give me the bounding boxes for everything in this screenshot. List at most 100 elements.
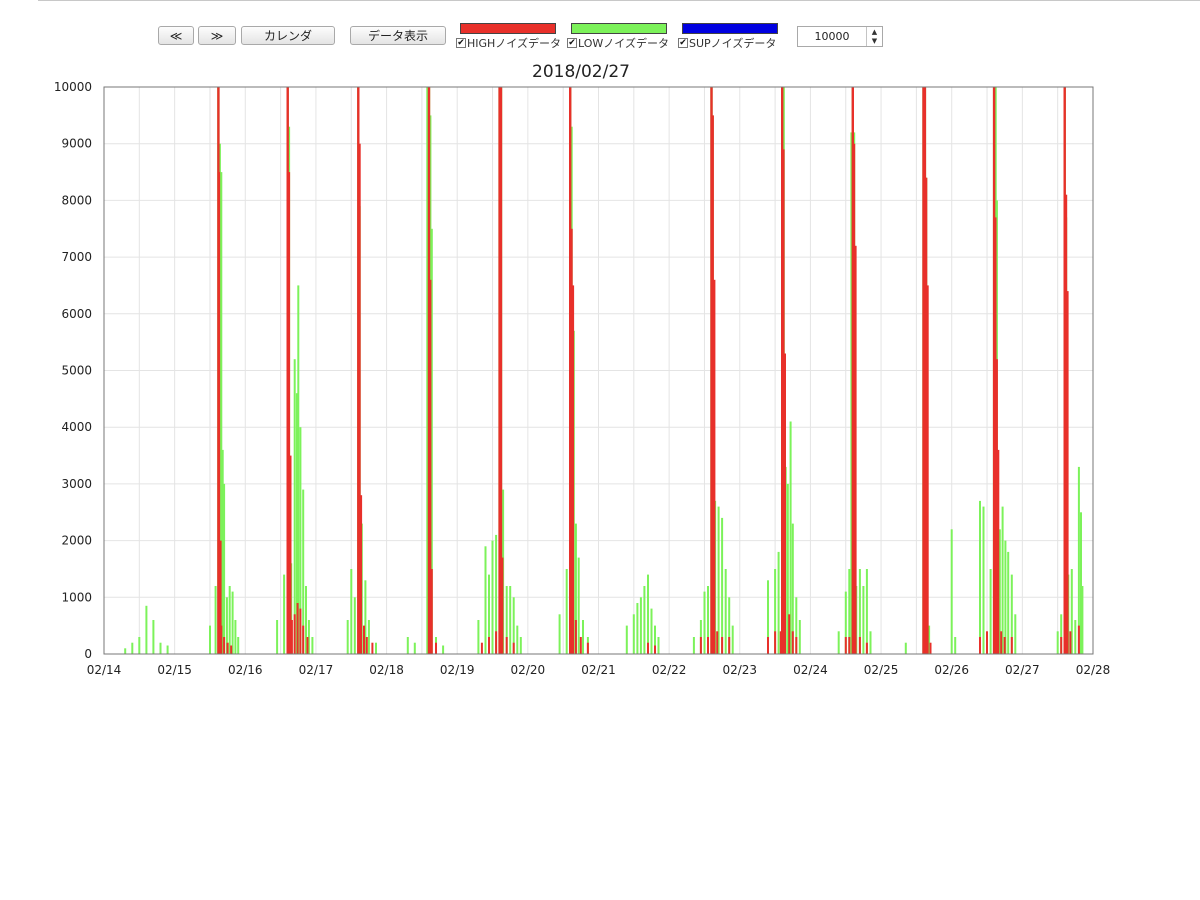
bar-low [862, 586, 865, 654]
bar-low [231, 591, 234, 654]
y-tick-label: 4000 [61, 420, 92, 434]
bar-low [582, 620, 584, 654]
bar-low [131, 642, 134, 654]
x-tick-label: 02/25 [864, 663, 899, 677]
y-tick-label: 1000 [61, 590, 92, 604]
bar-low [954, 637, 957, 654]
bar-high [997, 449, 1000, 654]
bar-low [904, 642, 907, 654]
bar-high [480, 642, 483, 654]
low-checkbox-icon[interactable]: ✔ [567, 38, 577, 48]
bar-high [430, 569, 433, 654]
bar-high [296, 603, 299, 654]
bar-low [577, 557, 580, 654]
bar-high [512, 642, 515, 654]
bar-high [795, 637, 798, 654]
bar-low [979, 500, 981, 654]
bar-high [574, 620, 577, 654]
range-spinner[interactable]: 10000 ▲ ▼ [797, 26, 883, 47]
bar-high [707, 637, 709, 654]
bar-high [788, 614, 791, 654]
legend-swatch-sup [682, 23, 778, 34]
bar-low [509, 586, 512, 654]
noise-chart: 2018/02/27 0 1000 2000 3000 4000 5000 6000 7000… [54, 62, 1110, 677]
bar-low [639, 597, 642, 654]
bar-low [152, 620, 155, 654]
bar-low [297, 285, 300, 654]
bar-high [1069, 631, 1072, 654]
legend-toggle-high[interactable]: ✔ HIGHノイズデータ [456, 36, 560, 50]
x-tick-label: 02/19 [440, 663, 475, 677]
bar-high [865, 642, 868, 654]
bar-low [643, 586, 646, 654]
bar-low [237, 637, 240, 654]
bar-low [406, 637, 409, 654]
x-tick-label: 02/27 [1005, 663, 1040, 677]
calendar-button[interactable]: カレンダ [241, 26, 335, 45]
show-data-button[interactable]: データ表示 [350, 26, 446, 45]
bar-low [413, 642, 416, 654]
x-tick-label: 02/20 [511, 663, 546, 677]
bar-high [495, 631, 498, 654]
bar-low [293, 359, 296, 654]
bar-low [159, 642, 162, 654]
bar-low [209, 625, 211, 654]
bar-low [234, 620, 237, 654]
legend-toggle-low[interactable]: ✔ LOWノイズデータ [567, 36, 671, 50]
bar-low [346, 620, 349, 654]
bar-high [365, 637, 368, 654]
bar-low [519, 637, 522, 654]
bar-low [1004, 540, 1007, 654]
bar-high [699, 637, 702, 654]
bar-low [223, 483, 226, 654]
bar-high [505, 637, 508, 654]
legend-label-low: LOWノイズデータ [578, 37, 669, 50]
y-tick-label: 8000 [61, 193, 92, 207]
bar-low [124, 648, 127, 654]
bar-high [858, 637, 861, 654]
legend-label-high: HIGHノイズデータ [467, 37, 560, 50]
sup-checkbox-icon[interactable]: ✔ [678, 38, 688, 48]
y-tick-label: 10000 [54, 80, 92, 94]
spinner-up-icon[interactable]: ▲ [867, 27, 882, 37]
bar-high [306, 637, 309, 654]
bar-low [214, 586, 217, 654]
bar-low [731, 625, 734, 654]
bar-high [791, 631, 794, 654]
bar-low [837, 631, 840, 654]
bar-low [777, 551, 780, 654]
bar-low [982, 506, 985, 654]
high-checkbox-icon[interactable]: ✔ [456, 38, 466, 48]
bar-high [302, 625, 305, 654]
bar-low [283, 574, 286, 654]
bar-low [989, 569, 992, 654]
bar-low [865, 569, 868, 654]
bar-low [353, 597, 356, 654]
bar-low [798, 620, 801, 654]
bar-high [654, 645, 656, 654]
bar-low [647, 574, 649, 654]
chart-title: 2018/02/27 [532, 62, 630, 82]
bar-high [854, 245, 857, 655]
bar-high [586, 642, 589, 654]
bar-low [636, 603, 639, 654]
legend-toggle-sup[interactable]: ✔ SUPノイズデータ [678, 36, 782, 50]
spinner-down-icon[interactable]: ▼ [867, 37, 882, 47]
bar-high [299, 608, 302, 654]
bar-high [844, 637, 847, 654]
x-tick-label: 02/16 [228, 663, 263, 677]
bar-high [784, 353, 786, 654]
next-button[interactable]: ≫ [198, 26, 236, 45]
x-tick-label: 02/15 [157, 663, 192, 677]
bar-high [774, 631, 777, 654]
x-tick-label: 02/14 [87, 663, 122, 677]
top-divider [38, 0, 1200, 1]
y-tick-label: 9000 [61, 137, 92, 151]
x-tick-label: 02/26 [934, 663, 969, 677]
bar-high [290, 620, 293, 654]
bar-low [721, 517, 724, 654]
bar-low [703, 591, 706, 654]
prev-button[interactable]: ≪ [158, 26, 194, 45]
bar-low [565, 569, 568, 654]
range-spinner-value[interactable]: 10000 [798, 27, 866, 46]
